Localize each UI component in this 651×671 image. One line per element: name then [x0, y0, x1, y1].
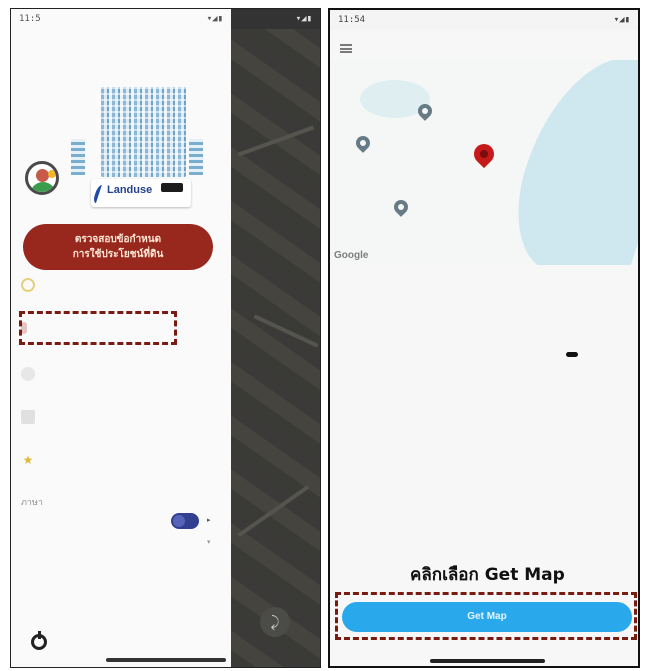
language-toggle-row[interactable]: ภาษา	[21, 489, 221, 515]
avatar[interactable]	[25, 161, 59, 195]
language-label: ภาษา	[21, 498, 43, 508]
highlight-outline	[19, 311, 177, 345]
instruction-caption: คลิกเลือก Get Map	[410, 565, 565, 585]
qr-side-decoration	[71, 139, 85, 175]
map-water	[497, 60, 638, 265]
status-time: 11:5	[19, 14, 41, 24]
status-bar: 11:54 ▾◢▮	[330, 10, 638, 30]
menu-item-3[interactable]	[21, 361, 221, 387]
right-phone-screen: 11:54 ▾◢▮ Google คลิกเลือก Get Map Get M…	[328, 8, 640, 668]
status-icons: ▾◢▮	[206, 14, 223, 24]
logo-text: Landuse	[107, 184, 153, 196]
document-icon	[21, 410, 35, 424]
status-icons: ▾◢▮	[613, 15, 630, 25]
map-marker-icon[interactable]	[353, 133, 373, 153]
home-indicator[interactable]	[106, 658, 226, 662]
logo-badge	[161, 183, 183, 192]
app-logo: Landuse	[91, 179, 191, 207]
check-land-use-line2: การใช้ประโยชน์ที่ดิน	[72, 249, 164, 260]
get-map-button[interactable]: Get Map	[342, 602, 632, 632]
map-road	[253, 314, 319, 348]
qr-side-decoration	[189, 139, 203, 175]
google-logo: Google	[334, 250, 369, 261]
ink-mark	[566, 352, 578, 357]
map-road	[237, 125, 315, 157]
menu-item-6[interactable]	[21, 529, 221, 555]
settings-icon[interactable]: ▾	[207, 538, 211, 546]
status-bar: 11:5 ▾◢▮	[11, 9, 231, 29]
check-land-use-line1: ตรวจสอบข้อกำหนด	[74, 234, 162, 245]
left-phone-screen: 11:5 ▾◢▮ ▾◢▮ ⤸ Landuse ตรวจสอบข้อกำหนด ก…	[10, 8, 321, 668]
power-icon[interactable]	[31, 631, 47, 650]
map-view[interactable]: Google	[330, 60, 638, 265]
share-icon[interactable]: ⤸	[260, 607, 290, 637]
home-indicator[interactable]	[430, 659, 545, 663]
selected-location-marker-icon[interactable]	[469, 139, 499, 169]
menu-item-1[interactable]	[21, 272, 221, 298]
check-land-use-button[interactable]: ตรวจสอบข้อกำหนด การใช้ประโยชน์ที่ดิน	[23, 224, 213, 270]
map-road	[237, 484, 310, 538]
menu-item-5[interactable]: ★	[21, 447, 221, 473]
refresh-icon	[21, 278, 35, 292]
map-marker-icon[interactable]	[391, 197, 411, 217]
navigation-drawer: Landuse ตรวจสอบข้อกำหนด การใช้ประโยชน์ที…	[11, 29, 231, 667]
qr-code	[101, 87, 186, 177]
chevron-right-icon: ▸	[207, 516, 211, 524]
dimmed-map-background[interactable]: ⤸	[231, 29, 320, 667]
language-toggle[interactable]	[171, 513, 199, 529]
status-time: 11:54	[338, 15, 366, 25]
menu-item-4[interactable]	[21, 404, 221, 430]
menu-icon[interactable]	[340, 44, 352, 53]
star-icon: ★	[22, 453, 34, 467]
status-bar-right: ▾◢▮	[231, 9, 320, 29]
location-icon	[21, 367, 35, 381]
logo-swoosh-icon	[92, 185, 106, 203]
